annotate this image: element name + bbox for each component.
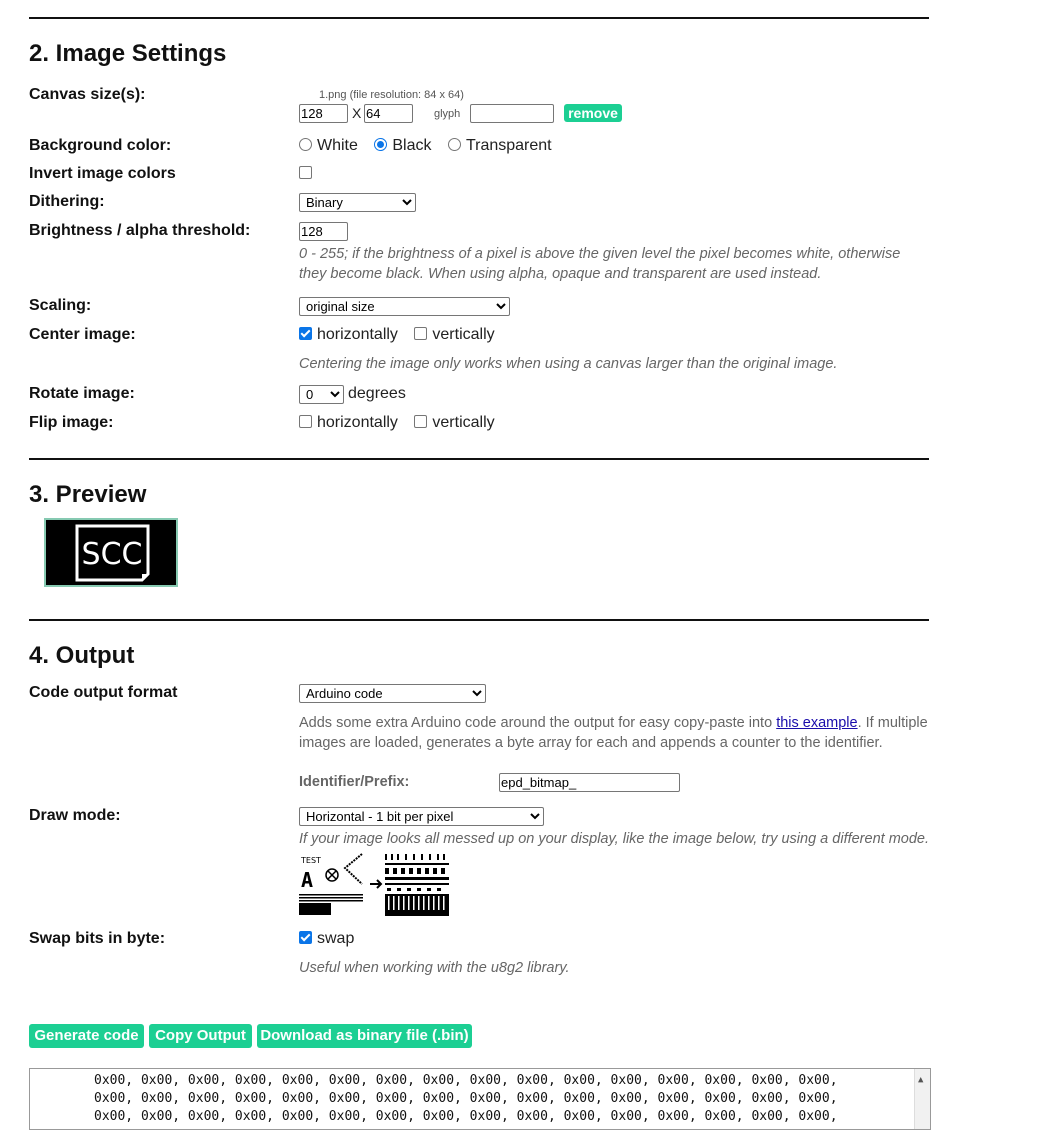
preview-logo-image: SCC — [75, 524, 150, 582]
remove-button[interactable]: remove — [564, 104, 622, 122]
section-divider — [29, 619, 929, 621]
code-output-textarea[interactable]: 0x00, 0x00, 0x00, 0x00, 0x00, 0x00, 0x00… — [29, 1068, 931, 1130]
flip-vertical-option[interactable]: vertically — [414, 414, 495, 431]
glyph-label: glyph — [434, 108, 461, 120]
center-horizontal-option[interactable]: horizontally — [299, 326, 398, 343]
output-format-select[interactable]: Arduino code — [299, 684, 486, 703]
draw-mode-label: Draw mode: — [29, 807, 121, 824]
background-color-options: White Black Transparent — [299, 137, 564, 155]
bg-transparent-option[interactable]: Transparent — [447, 137, 552, 154]
swap-bits-label: Swap bits in byte: — [29, 930, 166, 947]
dithering-select[interactable]: Binary — [299, 193, 416, 212]
scaling-label: Scaling: — [29, 297, 92, 314]
draw-mode-example-image: TEST A — [299, 853, 449, 916]
rotate-image-label: Rotate image: — [29, 385, 135, 402]
section-divider — [29, 458, 929, 460]
canvas-size-separator: X — [352, 105, 362, 121]
preview-logo-text: SCC — [82, 537, 143, 572]
swap-bits-hint: Useful when working with the u8g2 librar… — [299, 960, 570, 976]
svg-text:A: A — [301, 868, 313, 892]
bg-black-radio[interactable] — [374, 138, 388, 151]
center-horizontal-checkbox[interactable] — [299, 327, 312, 340]
scaling-select[interactable]: original size — [299, 297, 510, 316]
code-line: 0x00, 0x00, 0x00, 0x00, 0x00, 0x00, 0x00… — [94, 1091, 838, 1106]
flip-horizontal-checkbox[interactable] — [299, 415, 312, 428]
swap-bits-checkbox[interactable] — [299, 931, 312, 944]
center-vertical-checkbox[interactable] — [414, 327, 428, 340]
background-color-label: Background color: — [29, 137, 172, 154]
identifier-label: Identifier/Prefix: — [299, 774, 410, 790]
center-image-hint: Centering the image only works when usin… — [299, 356, 838, 372]
download-binary-button[interactable]: Download as binary file (.bin) — [257, 1024, 472, 1048]
output-format-label: Code output format — [29, 684, 178, 701]
flip-vertical-checkbox[interactable] — [414, 415, 428, 428]
bg-transparent-radio[interactable] — [447, 138, 461, 151]
preview-heading: 3. Preview — [29, 481, 147, 508]
code-line: 0x00, 0x00, 0x00, 0x00, 0x00, 0x00, 0x00… — [94, 1073, 838, 1088]
center-vertical-option[interactable]: vertically — [414, 326, 495, 343]
center-image-label: Center image: — [29, 326, 136, 343]
invert-colors-checkbox[interactable] — [299, 166, 312, 179]
bg-white-option[interactable]: White — [299, 137, 358, 154]
example-link[interactable]: this example — [776, 715, 857, 731]
code-output-text: 0x00, 0x00, 0x00, 0x00, 0x00, 0x00, 0x00… — [30, 1069, 930, 1126]
code-output-scrollbar[interactable]: ▲ — [914, 1069, 930, 1129]
file-info-text: 1.png (file resolution: 84 x 64) — [319, 89, 464, 101]
draw-mode-hint: If your image looks all messed up on you… — [299, 831, 929, 847]
output-heading: 4. Output — [29, 642, 135, 669]
scroll-up-arrow-icon[interactable]: ▲ — [918, 1071, 923, 1089]
draw-mode-select[interactable]: Horizontal - 1 bit per pixel — [299, 807, 544, 826]
dithering-label: Dithering: — [29, 193, 105, 210]
rotate-select[interactable]: 0 — [299, 385, 344, 404]
flip-image-options: horizontally vertically — [299, 414, 507, 432]
threshold-hint: 0 - 255; if the brightness of a pixel is… — [299, 246, 901, 282]
code-line: 0x00, 0x00, 0x00, 0x00, 0x00, 0x00, 0x00… — [94, 1109, 838, 1124]
threshold-label: Brightness / alpha threshold: — [29, 222, 251, 239]
flip-image-label: Flip image: — [29, 414, 114, 431]
preview-canvas: SCC — [44, 518, 178, 587]
center-image-options: horizontally vertically — [299, 326, 507, 344]
example-test-text: TEST — [300, 856, 321, 865]
threshold-input[interactable] — [299, 222, 348, 241]
generate-code-button[interactable]: Generate code — [29, 1024, 144, 1048]
glyph-input[interactable] — [470, 104, 554, 123]
canvas-size-label: Canvas size(s): — [29, 86, 146, 103]
swap-bits-option[interactable]: swap — [299, 930, 354, 948]
bg-white-radio[interactable] — [299, 138, 312, 151]
image-settings-heading: 2. Image Settings — [29, 40, 227, 67]
bg-black-option[interactable]: Black — [374, 137, 431, 154]
section-divider — [29, 17, 929, 19]
canvas-height-input[interactable] — [364, 104, 413, 123]
copy-output-button[interactable]: Copy Output — [149, 1024, 252, 1048]
rotate-unit: degrees — [348, 385, 406, 402]
output-format-description: Adds some extra Arduino code around the … — [299, 715, 928, 751]
identifier-input[interactable] — [499, 773, 680, 792]
flip-horizontal-option[interactable]: horizontally — [299, 414, 398, 431]
invert-colors-label: Invert image colors — [29, 165, 176, 182]
canvas-width-input[interactable] — [299, 104, 348, 123]
